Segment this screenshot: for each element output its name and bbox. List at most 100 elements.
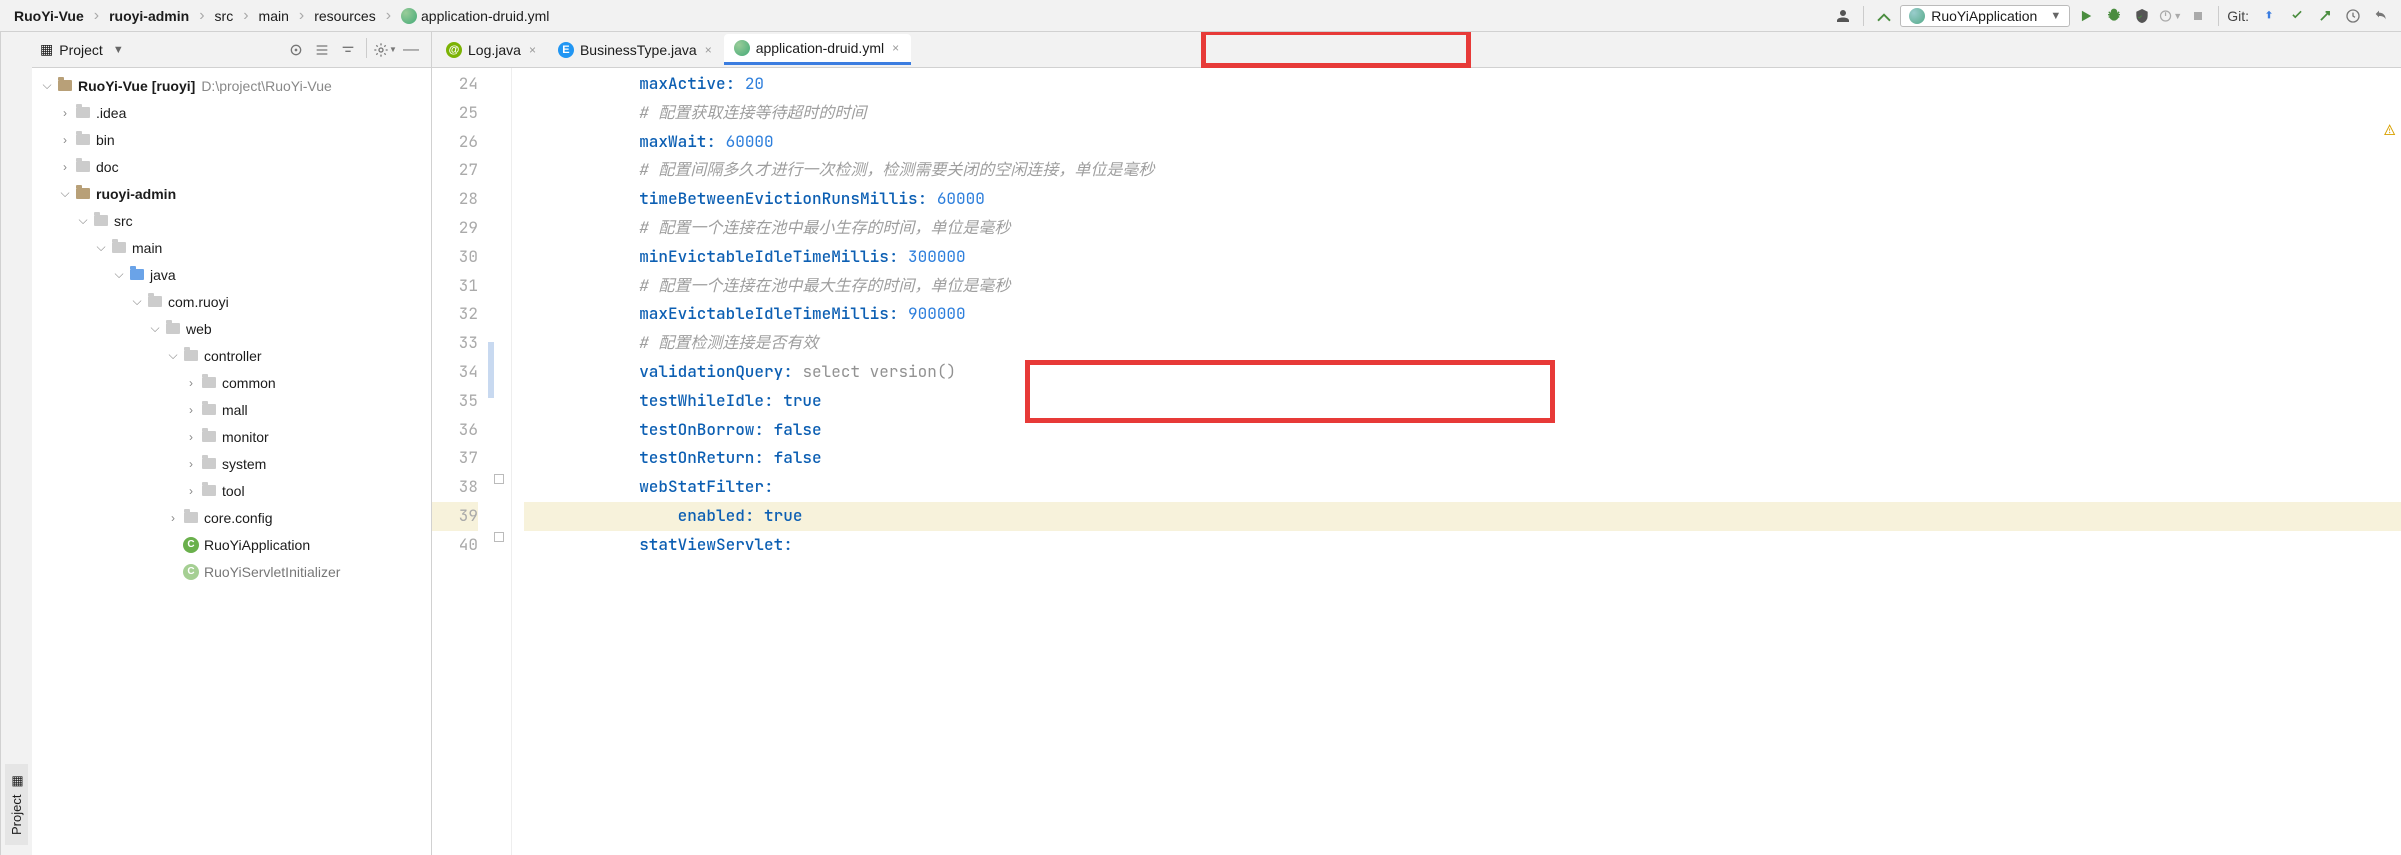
tree-doc[interactable]: ›doc <box>32 153 431 180</box>
code-line[interactable]: enabled: true <box>524 502 2401 531</box>
tree-java[interactable]: ⌵java <box>32 261 431 288</box>
code-editor[interactable]: ⚠ 24 25 26 27 28 29 30 31 32 33 34 35 36… <box>432 68 2401 855</box>
tree-controller[interactable]: ⌵controller <box>32 342 431 369</box>
chevron-right-icon[interactable]: › <box>182 457 200 471</box>
expand-all-icon[interactable] <box>310 38 334 62</box>
close-icon[interactable]: × <box>703 43 714 57</box>
tree-idea[interactable]: ›.idea <box>32 99 431 126</box>
package-icon <box>146 294 164 310</box>
code-line[interactable]: maxActive: 20 <box>524 70 2401 99</box>
tree-package[interactable]: ⌵com.ruoyi <box>32 288 431 315</box>
build-icon[interactable] <box>1872 4 1896 28</box>
close-icon[interactable]: × <box>527 43 538 57</box>
chevron-down-icon[interactable]: ⌵ <box>92 240 110 255</box>
git-history-icon[interactable] <box>2341 4 2365 28</box>
collapse-all-icon[interactable] <box>336 38 360 62</box>
chevron-right-icon[interactable]: › <box>164 511 182 525</box>
project-view-selector[interactable]: ▦ Project ▼ <box>40 41 284 58</box>
tree-monitor[interactable]: ›monitor <box>32 423 431 450</box>
crumb-project[interactable]: RuoYi-Vue <box>8 6 90 26</box>
git-rollback-icon[interactable] <box>2369 4 2393 28</box>
chevron-right-icon[interactable]: › <box>56 106 74 120</box>
project-icon: ▦ <box>9 774 24 789</box>
hide-panel-icon[interactable]: — <box>399 38 423 62</box>
warning-icon[interactable]: ⚠ <box>2384 116 2395 145</box>
code-line[interactable]: testOnReturn: false <box>524 444 2401 473</box>
tree-bin[interactable]: ›bin <box>32 126 431 153</box>
chevron-down-icon[interactable]: ⌵ <box>164 348 182 363</box>
tree-app-class[interactable]: CRuoYiApplication <box>32 531 431 558</box>
debug-button[interactable] <box>2102 4 2126 28</box>
chevron-down-icon[interactable]: ⌵ <box>38 78 56 93</box>
code-line[interactable]: # 配置一个连接在池中最小生存的时间，单位是毫秒 <box>524 214 2401 243</box>
project-tree[interactable]: ⌵ RuoYi-Vue [ruoyi] D:\project\RuoYi-Vue… <box>32 68 431 855</box>
chevron-down-icon[interactable]: ⌵ <box>74 213 92 228</box>
tree-system[interactable]: ›system <box>32 450 431 477</box>
code-line[interactable]: # 配置检测连接是否有效 <box>524 329 2401 358</box>
chevron-down-icon[interactable]: ⌵ <box>128 294 146 309</box>
select-opened-file-icon[interactable] <box>284 38 308 62</box>
coverage-button[interactable] <box>2130 4 2154 28</box>
tree-web[interactable]: ⌵web <box>32 315 431 342</box>
code-line[interactable]: validationQuery: select version() <box>524 358 2401 387</box>
crumb-file[interactable]: application-druid.yml <box>395 6 555 26</box>
tree-ruoyi-admin[interactable]: ⌵ruoyi-admin <box>32 180 431 207</box>
settings-icon[interactable]: ▼ <box>373 38 397 62</box>
fold-marker-icon[interactable] <box>494 474 504 484</box>
code-line[interactable]: maxWait: 60000 <box>524 128 2401 157</box>
code-line[interactable]: testWhileIdle: true <box>524 387 2401 416</box>
code-line[interactable]: # 配置间隔多久才进行一次检测，检测需要关闭的空闲连接，单位是毫秒 <box>524 156 2401 185</box>
tree-common[interactable]: ›common <box>32 369 431 396</box>
user-icon[interactable] <box>1831 4 1855 28</box>
chevron-right-icon[interactable]: › <box>182 403 200 417</box>
code-content[interactable]: maxActive: 20 # 配置获取连接等待超时的时间 maxWait: 6… <box>512 68 2401 855</box>
chevron-down-icon[interactable]: ⌵ <box>146 321 164 336</box>
package-icon <box>182 348 200 364</box>
chevron-right-icon[interactable]: › <box>182 484 200 498</box>
run-configuration-selector[interactable]: RuoYiApplication ▼ <box>1900 5 2070 27</box>
separator <box>2218 6 2219 26</box>
git-commit-icon[interactable] <box>2285 4 2309 28</box>
run-button[interactable] <box>2074 4 2098 28</box>
fold-marker-icon[interactable] <box>494 532 504 542</box>
chevron-right-icon[interactable]: › <box>56 133 74 147</box>
crumb-module[interactable]: ruoyi-admin <box>103 6 195 26</box>
project-tool-window-tab[interactable]: Project ▦ <box>5 764 28 845</box>
code-line[interactable]: maxEvictableIdleTimeMillis: 900000 <box>524 300 2401 329</box>
tree-main[interactable]: ⌵main <box>32 234 431 261</box>
crumb-src[interactable]: src <box>209 6 240 26</box>
tree-tool[interactable]: ›tool <box>32 477 431 504</box>
code-line[interactable]: timeBetweenEvictionRunsMillis: 60000 <box>524 185 2401 214</box>
git-push-icon[interactable] <box>2313 4 2337 28</box>
tab-application-druid-yml[interactable]: application-druid.yml × <box>724 34 911 65</box>
tree-mall[interactable]: ›mall <box>32 396 431 423</box>
breadcrumbs: RuoYi-Vue › ruoyi-admin › src › main › r… <box>8 6 1831 26</box>
chevron-down-icon[interactable]: ⌵ <box>110 267 128 282</box>
close-icon[interactable]: × <box>890 41 901 55</box>
code-line[interactable]: webStatFilter: <box>524 473 2401 502</box>
chevron-right-icon[interactable]: › <box>182 376 200 390</box>
profile-button[interactable]: ▼ <box>2158 4 2182 28</box>
tree-src[interactable]: ⌵src <box>32 207 431 234</box>
code-line[interactable]: statViewServlet: <box>524 531 2401 560</box>
chevron-right-icon: › <box>297 7 306 25</box>
chevron-right-icon[interactable]: › <box>182 430 200 444</box>
tree-root[interactable]: ⌵ RuoYi-Vue [ruoyi] D:\project\RuoYi-Vue <box>32 72 431 99</box>
crumb-resources[interactable]: resources <box>308 6 381 26</box>
code-line[interactable]: testOnBorrow: false <box>524 416 2401 445</box>
code-line[interactable]: # 配置获取连接等待超时的时间 <box>524 99 2401 128</box>
tab-businesstype-java[interactable]: E BusinessType.java × <box>548 36 724 64</box>
chevron-down-icon[interactable]: ⌵ <box>56 186 74 201</box>
crumb-main[interactable]: main <box>253 6 295 26</box>
code-line[interactable]: # 配置一个连接在池中最大生存的时间，单位是毫秒 <box>524 272 2401 301</box>
tab-log-java[interactable]: @ Log.java × <box>436 36 548 64</box>
tree-servlet-class[interactable]: CRuoYiServletInitializer <box>32 558 431 585</box>
chevron-right-icon[interactable]: › <box>56 160 74 174</box>
stop-button[interactable] <box>2186 4 2210 28</box>
chevron-right-icon: › <box>92 7 101 25</box>
git-update-icon[interactable] <box>2257 4 2281 28</box>
tree-coreconfig[interactable]: ›core.config <box>32 504 431 531</box>
code-line[interactable]: minEvictableIdleTimeMillis: 300000 <box>524 243 2401 272</box>
class-icon: C <box>182 564 200 580</box>
editor-tabs: @ Log.java × E BusinessType.java × appli… <box>432 32 2401 68</box>
